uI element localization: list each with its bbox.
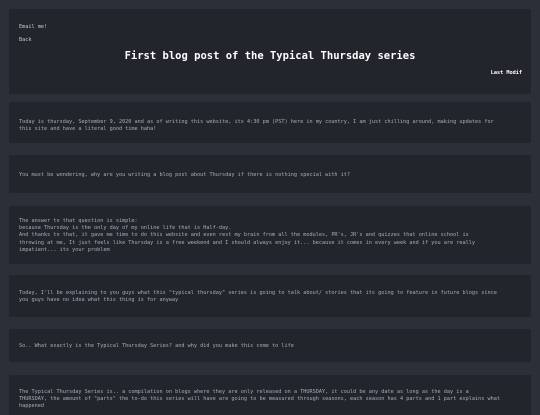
paragraph-card: Today, I'll be explaining to you guys wh… bbox=[9, 275, 531, 317]
paragraph-card: So.. What exactly is the Typical Thursda… bbox=[9, 329, 531, 362]
blog-header: Email me! Back First blog post of the Ty… bbox=[9, 9, 531, 94]
paragraph-text: You must be wondering, why are you writi… bbox=[19, 172, 351, 178]
paragraph-text: Today is thursday, September 9, 2020 and… bbox=[19, 119, 494, 133]
paragraph-card: Today is thursday, September 9, 2020 and… bbox=[9, 102, 531, 143]
paragraph-text: The Typical Thursday Series is.. a compi… bbox=[19, 389, 500, 410]
page-title: First blog post of the Typical Thursday … bbox=[124, 50, 416, 62]
paragraph-text: So.. What exactly is the Typical Thursda… bbox=[19, 343, 294, 349]
back-link[interactable]: Back bbox=[19, 37, 32, 43]
paragraph-card: The answer to that question is simple: b… bbox=[9, 206, 531, 264]
paragraph-card: You must be wondering, why are you writi… bbox=[9, 155, 531, 193]
paragraph-card: The Typical Thursday Series is.. a compi… bbox=[9, 375, 531, 415]
paragraph-text: The answer to that question is simple: b… bbox=[19, 218, 475, 253]
paragraph-text: Today, I'll be explaining to you guys wh… bbox=[19, 290, 497, 304]
last-modified-label: Last Modif bbox=[490, 70, 522, 76]
email-me-link[interactable]: Email me! bbox=[19, 24, 47, 30]
